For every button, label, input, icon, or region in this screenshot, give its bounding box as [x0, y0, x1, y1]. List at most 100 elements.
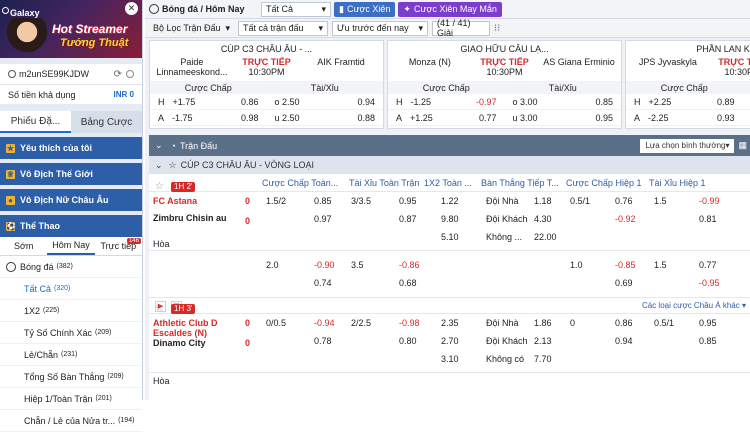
collapse-icon[interactable]: ⌄ [155, 160, 163, 171]
over-under-odds[interactable]: 0.88 [325, 113, 383, 123]
settings-icon[interactable] [126, 70, 134, 78]
odds-cell[interactable]: 2.70 [441, 336, 459, 346]
odds-cell[interactable]: 1.5 [654, 260, 667, 270]
lucky-parlay-button[interactable]: ✦Cược Xiên May Mắn [398, 2, 502, 17]
grid-icon[interactable]: ▦ [738, 140, 747, 151]
odds-cell[interactable]: 0.85 [314, 196, 332, 206]
odds-cell[interactable]: Đội Khách [486, 214, 528, 224]
category-world-cup[interactable]: ♕Vô Địch Thế Giới [0, 163, 142, 185]
odds-cell[interactable]: 0.95 [699, 318, 717, 328]
odds-cell[interactable]: 2.13 [534, 336, 552, 346]
odds-cell[interactable]: -0.92 [615, 214, 636, 224]
odds-cell[interactable]: Đội Khách [486, 336, 528, 346]
odds-cell[interactable]: 2/2.5 [351, 318, 371, 328]
promo-banner[interactable]: Galaxy ✕ Hot Streamer Tướng Thuật [0, 0, 142, 58]
odds-cell[interactable]: Đội Nhà [486, 318, 519, 328]
over-under-odds[interactable]: 0.85 [563, 97, 621, 107]
handicap-odds[interactable]: -0.97 [446, 97, 504, 107]
odds-cell[interactable]: -0.86 [399, 260, 420, 270]
star-icon[interactable]: ☆ [155, 303, 164, 314]
odds-cell[interactable]: 0.77 [699, 260, 717, 270]
tab-early[interactable]: Sớm [0, 237, 47, 255]
league-count[interactable]: (41 / 41) Giải [432, 21, 490, 36]
odds-cell[interactable]: 22.00 [534, 232, 557, 242]
tab-live[interactable]: Trực tiếp146 [95, 237, 142, 255]
odds-cell[interactable]: 0.95 [399, 196, 417, 206]
odds-cell[interactable]: Không có [486, 354, 524, 364]
odds-cell[interactable]: 3.5 [351, 260, 364, 270]
handicap-cell[interactable]: A-2.25 [626, 113, 684, 123]
over-under-line[interactable]: u 2.50 [267, 113, 325, 123]
over-under-odds[interactable]: 0.94 [325, 97, 383, 107]
odds-cell[interactable]: 0.68 [399, 278, 417, 288]
odds-cell[interactable]: 1.5 [654, 196, 667, 206]
odds-cell[interactable]: 0.76 [615, 196, 633, 206]
match-card[interactable]: CÚP C3 CHÂU ÂU - ...Paide Linnameeskond.… [149, 40, 384, 129]
odds-cell[interactable]: 0.81 [699, 214, 717, 224]
odds-cell[interactable]: Không ... [486, 232, 522, 242]
odds-cell[interactable]: 0.97 [314, 214, 332, 224]
tab-bet-list[interactable]: Bảng Cược [71, 111, 142, 133]
market-item[interactable]: Tỷ Số Chính Xác(209) [0, 322, 142, 344]
market-item[interactable]: Tất Cả(320) [0, 278, 142, 300]
view-select[interactable]: Lựa chọn bình thường ▾ [640, 139, 734, 153]
sort-select[interactable]: Ưu trước đến nay▾ [332, 21, 428, 36]
match-card[interactable]: GIAO HỮU CÂU LẠ...Monza (N)TRỰC TIẾP10:3… [387, 40, 622, 129]
filter-select[interactable]: Tất Cả▾ [261, 2, 331, 17]
odds-cell[interactable]: 1.0 [570, 260, 583, 270]
market-item[interactable]: Lẻ/Chẵn(231) [0, 344, 142, 366]
handicap-cell[interactable]: A+1.25 [388, 113, 446, 123]
odds-cell[interactable]: 0.69 [615, 278, 633, 288]
odds-cell[interactable]: 1.5/2 [266, 196, 286, 206]
tab-today[interactable]: Hôm Nay [47, 237, 94, 255]
handicap-cell[interactable]: A-1.75 [150, 113, 208, 123]
handicap-odds[interactable]: 0.93 [684, 113, 742, 123]
odds-cell[interactable]: 0.80 [399, 336, 417, 346]
market-item[interactable]: 1X2(225) [0, 300, 142, 322]
market-item[interactable]: Hiệp 1/Toàn Trận(201) [0, 388, 142, 410]
category-sports[interactable]: ⚽Thể Thao [0, 215, 142, 237]
odds-cell[interactable]: -0.85 [615, 260, 636, 270]
over-under-odds[interactable]: 0.95 [563, 113, 621, 123]
sport-football[interactable]: Bóng đá(382) [0, 256, 142, 278]
odds-cell[interactable]: 0.94 [615, 336, 633, 346]
odds-cell[interactable]: 1.22 [441, 196, 459, 206]
over-under-line[interactable]: o 4.50 [743, 97, 750, 107]
market-item[interactable]: Tổng Số Bàn Thắng(209) [0, 366, 142, 388]
odds-cell[interactable]: -0.94 [314, 318, 335, 328]
refresh-icon[interactable]: ⟳ [114, 69, 122, 80]
handicap-odds[interactable]: 0.89 [684, 97, 742, 107]
all-matches-select[interactable]: Tất cả trận đấu▾ [238, 21, 328, 36]
odds-cell[interactable]: 4.30 [534, 214, 552, 224]
handicap-cell[interactable]: H-1.25 [388, 97, 446, 107]
odds-cell[interactable]: 5.10 [441, 232, 459, 242]
category-favorites[interactable]: ★Yêu thích của tôi [0, 137, 142, 159]
odds-cell[interactable]: 3/3.5 [351, 196, 371, 206]
odds-cell[interactable]: 0/0.5 [266, 318, 286, 328]
odds-cell[interactable]: 2.0 [266, 260, 279, 270]
odds-cell[interactable]: 0.5/1 [654, 318, 674, 328]
handicap-cell[interactable]: H+2.25 [626, 97, 684, 107]
parlay-button[interactable]: ▮Cược Xiên [334, 2, 395, 17]
odds-cell[interactable]: 7.70 [534, 354, 552, 364]
odds-cell[interactable]: -0.99 [699, 196, 720, 206]
handicap-odds[interactable]: 0.98 [208, 113, 266, 123]
star-icon[interactable]: ☆ [155, 181, 164, 192]
handicap-cell[interactable]: H+1.75 [150, 97, 208, 107]
odds-cell[interactable]: 0.74 [314, 278, 332, 288]
odds-cell[interactable]: 9.80 [441, 214, 459, 224]
over-under-line[interactable]: o 3.00 [505, 97, 563, 107]
odds-cell[interactable]: 1.86 [534, 318, 552, 328]
collapse-icon[interactable]: ⌄ [155, 140, 163, 151]
match-card[interactable]: PHẦN LAN KAKKON...JPS JyvaskylaTRỰC TIẾP… [625, 40, 750, 129]
handicap-odds[interactable]: 0.77 [446, 113, 504, 123]
odds-cell[interactable]: 0.85 [699, 336, 717, 346]
odds-cell[interactable]: -0.90 [314, 260, 335, 270]
odds-cell[interactable]: 0.87 [399, 214, 417, 224]
over-under-line[interactable]: o 2.50 [267, 97, 325, 107]
more-asian-link[interactable]: Các loại cược Châu Á khác ▾ [642, 301, 746, 310]
over-under-line[interactable]: u 4.50 [743, 113, 750, 123]
odds-cell[interactable]: 0.5/1 [570, 196, 590, 206]
league-row[interactable]: ⌄ ☆ CÚP C3 CHÂU ÂU - VÒNG LOẠI [149, 156, 750, 174]
match-filter-select[interactable]: Bộ Lọc Trận Đấu▾ [149, 21, 234, 36]
